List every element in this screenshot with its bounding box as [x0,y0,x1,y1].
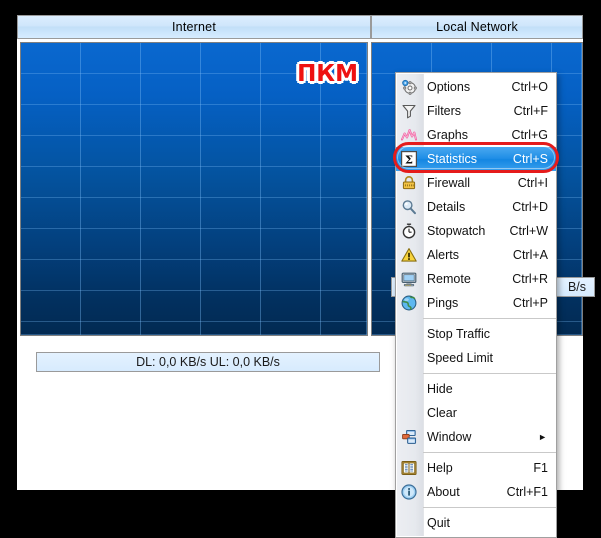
menu-item-shortcut: Ctrl+P [512,296,548,310]
menu-item-about[interactable]: About Ctrl+F1 [396,480,556,504]
menu-item-label: Filters [427,104,462,118]
menu-item-shortcut: Ctrl+G [511,128,548,142]
menu-item-label: Clear [427,406,457,420]
menu-item-label: Firewall [427,176,471,190]
right-click-annotation: ПКМ [297,61,358,87]
tab-local-network-label: Local Network [436,20,518,34]
menu-item-window[interactable]: Window ► [396,425,556,449]
menu-item-speed-limit[interactable]: Speed Limit [396,346,556,370]
menu-item-no-icon [396,401,422,425]
menu-item-label: Stopwatch [427,224,486,238]
monitor-icon [396,267,422,291]
menu-item-pings[interactable]: Pings Ctrl+P [396,291,556,315]
menu-item-shortcut: Ctrl+S [512,152,548,166]
internet-graph-panel[interactable]: ПКМ [17,39,371,344]
windows-icon [396,425,422,449]
menu-item-clear[interactable]: Clear [396,401,556,425]
menu-item-graphs[interactable]: Graphs Ctrl+G [396,123,556,147]
menu-item-label: Options [427,80,471,94]
menu-item-label: Hide [427,382,453,396]
funnel-icon [396,99,422,123]
stopwatch-icon [396,219,422,243]
menu-separator [423,452,556,453]
menu-item-options[interactable]: Options Ctrl+O [396,75,556,99]
menu-item-no-icon [396,346,422,370]
menu-item-stop-traffic[interactable]: Stop Traffic [396,322,556,346]
chart-icon [396,123,422,147]
menu-item-firewall[interactable]: Firewall Ctrl+I [396,171,556,195]
menu-item-shortcut: Ctrl+D [512,200,548,214]
panel-header-row: Internet Local Network [17,15,583,39]
menu-item-shortcut: Ctrl+F1 [506,485,548,499]
menu-item-label: Alerts [427,248,459,262]
menu-item-shortcut: Ctrl+I [517,176,548,190]
globe-icon [396,291,422,315]
menu-item-shortcut: Ctrl+W [509,224,548,238]
menu-separator [423,318,556,319]
menu-item-label: About [427,485,460,499]
tab-internet[interactable]: Internet [17,15,371,39]
internet-rate-text: DL: 0,0 KB/s UL: 0,0 KB/s [136,355,280,369]
menu-item-label: Quit [427,516,450,530]
menu-item-remote[interactable]: Remote Ctrl+R [396,267,556,291]
tab-local-network[interactable]: Local Network [371,15,583,39]
tab-internet-label: Internet [172,20,216,34]
info-icon [396,480,422,504]
menu-item-alerts[interactable]: Alerts Ctrl+A [396,243,556,267]
warning-icon [396,243,422,267]
menu-item-shortcut: Ctrl+F [513,104,548,118]
menu-separator [423,373,556,374]
menu-item-label: Window [427,430,472,444]
menu-item-statistics[interactable]: Σ Statistics Ctrl+S [396,147,556,171]
menu-item-no-icon [396,377,422,401]
menu-item-label: Statistics [427,152,478,166]
menu-item-shortcut: Ctrl+A [512,248,548,262]
netlimiter-window: Internet Local Network ПКМ DL: 0,0 KB/s … [17,15,595,538]
menu-item-help[interactable]: Help F1 [396,456,556,480]
menu-item-label: Details [427,200,466,214]
internet-status-bar: DL: 0,0 KB/s UL: 0,0 KB/s [36,352,380,372]
menu-item-label: Remote [427,272,471,286]
magnifier-icon [396,195,422,219]
menu-item-no-icon [396,322,422,346]
menu-item-quit[interactable]: Quit [396,511,556,535]
menu-item-label: Help [427,461,453,475]
screenshot-root: Internet Local Network ПКМ DL: 0,0 KB/s … [0,0,601,538]
menu-item-filters[interactable]: Filters Ctrl+F [396,99,556,123]
menu-item-stopwatch[interactable]: Stopwatch Ctrl+W [396,219,556,243]
local-rate-text: B/s [567,280,586,294]
context-menu[interactable]: Options Ctrl+O Filters Ctrl+F Graphs Ctrl+G Σ S… [395,72,557,538]
menu-separator [423,507,556,508]
sigma-icon: Σ [396,147,422,171]
menu-item-label: Pings [427,296,459,310]
menu-item-shortcut: Ctrl+R [512,272,548,286]
book-icon [396,456,422,480]
menu-item-label: Stop Traffic [427,327,490,341]
svg-text:Σ: Σ [405,152,413,166]
menu-item-no-icon [396,511,422,535]
menu-item-hide[interactable]: Hide [396,377,556,401]
menu-item-shortcut: F1 [533,461,548,475]
internet-graph-canvas[interactable]: ПКМ [20,42,368,336]
menu-item-details[interactable]: Details Ctrl+D [396,195,556,219]
menu-item-shortcut: Ctrl+O [511,80,548,94]
padlock-icon [396,171,422,195]
menu-item-label: Graphs [427,128,468,142]
submenu-arrow-icon: ► [538,432,547,442]
menu-item-label: Speed Limit [427,351,494,365]
gear-icon [396,75,422,99]
